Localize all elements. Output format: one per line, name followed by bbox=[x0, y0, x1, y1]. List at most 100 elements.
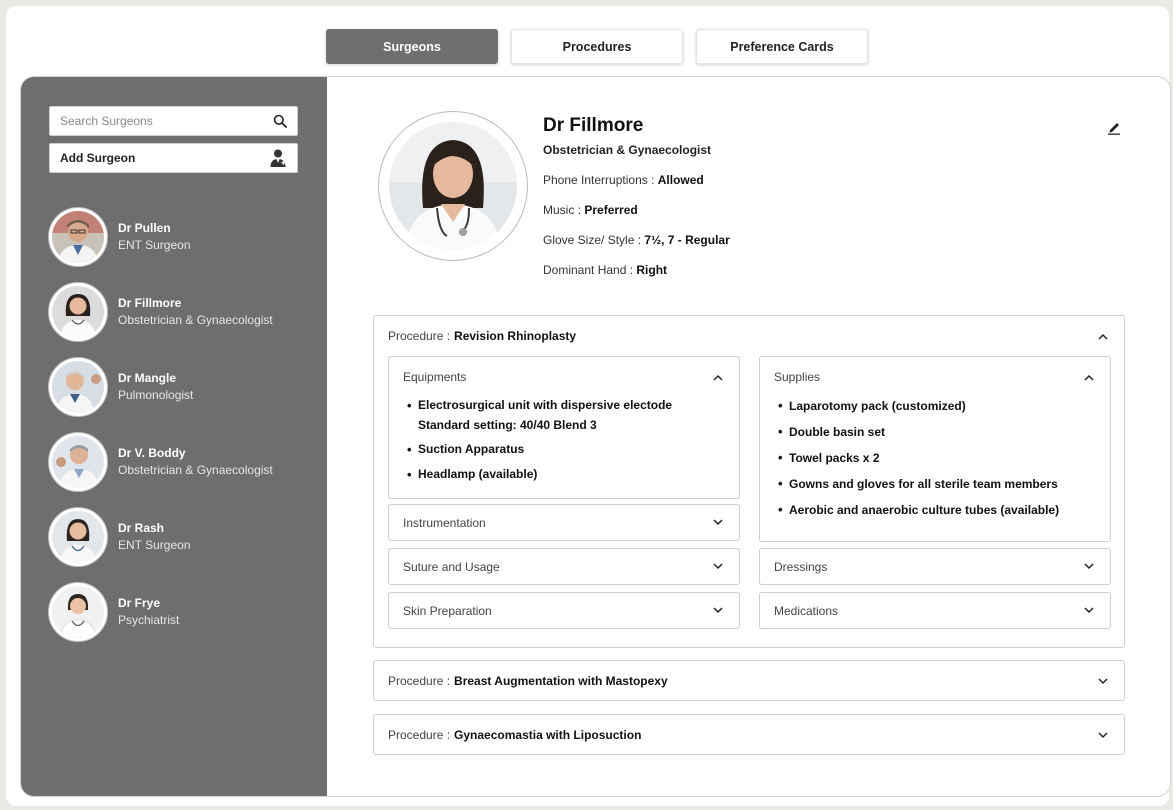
list-item: Electrosurgical unit with dispersive ele… bbox=[407, 393, 725, 435]
skin-preparation-title: Skin Preparation bbox=[403, 603, 492, 618]
surgeon-specialty: ENT Surgeon bbox=[118, 238, 191, 252]
surgeon-item-rash[interactable]: Dr Rash ENT Surgeon bbox=[48, 499, 318, 574]
procedure-name: Breast Augmentation with Mastopexy bbox=[454, 674, 668, 688]
avatar bbox=[48, 506, 108, 567]
glove-label: Glove Size/ Style : bbox=[543, 233, 642, 247]
add-surgeon-button[interactable]: Add Surgeon bbox=[49, 143, 298, 173]
equipment-text: Suction Apparatus bbox=[418, 442, 525, 456]
chevron-down-icon bbox=[1082, 604, 1096, 618]
surgeon-item-fillmore[interactable]: Dr Fillmore Obstetrician & Gynaecologist bbox=[48, 274, 318, 349]
glove-size: Glove Size/ Style : 7½, 7 - Regular bbox=[543, 233, 730, 247]
suture-title: Suture and Usage bbox=[403, 559, 500, 574]
search-icon[interactable] bbox=[273, 114, 287, 128]
tab-procedures[interactable]: Procedures bbox=[511, 29, 683, 64]
equipments-header[interactable]: Equipments bbox=[389, 357, 739, 397]
equipment-text: Headlamp (available) bbox=[418, 467, 538, 481]
procedure-header[interactable]: Procedure : Gynaecomastia with Liposuctio… bbox=[374, 715, 1124, 755]
avatar bbox=[48, 281, 108, 342]
medications-header[interactable]: Medications bbox=[760, 593, 1110, 628]
music-label: Music : bbox=[543, 203, 582, 217]
glove-value: 7½, 7 - Regular bbox=[644, 233, 730, 247]
equipments-title: Equipments bbox=[403, 370, 467, 384]
music-value: Preferred bbox=[584, 203, 638, 217]
doctor-name: Dr Fillmore bbox=[543, 115, 644, 136]
procedure-header[interactable]: Procedure : Revision Rhinoplasty bbox=[374, 316, 1124, 356]
surgeon-item-mangle[interactable]: Dr Mangle Pulmonologist bbox=[48, 349, 318, 424]
list-item: Suction Apparatus bbox=[407, 437, 725, 462]
surgeon-name: Dr Pullen bbox=[118, 221, 171, 235]
instrumentation-header[interactable]: Instrumentation bbox=[389, 505, 739, 540]
doctor-specialty: Obstetrician & Gynaecologist bbox=[543, 143, 712, 157]
add-surgeon-label: Add Surgeon bbox=[60, 151, 136, 165]
pencil-icon bbox=[1106, 119, 1122, 135]
procedure-name: Gynaecomastia with Liposuction bbox=[454, 728, 642, 742]
surgeon-sidebar: Add Surgeon Dr Pullen ENT Surg bbox=[21, 77, 327, 796]
surgeon-item-pullen[interactable]: Dr Pullen ENT Surgeon bbox=[48, 199, 318, 274]
procedure-card-breast-augmentation[interactable]: Procedure : Breast Augmentation with Mast… bbox=[373, 660, 1125, 701]
avatar bbox=[48, 206, 108, 267]
dominant-hand: Dominant Hand : Right bbox=[543, 263, 730, 277]
surgeon-detail: Dr Fillmore Obstetrician & Gynaecologist… bbox=[327, 77, 1170, 796]
surgeon-name: Dr V. Boddy bbox=[118, 446, 186, 460]
surgeon-specialty: Pulmonologist bbox=[118, 388, 194, 402]
add-user-icon bbox=[269, 148, 287, 168]
edit-button[interactable] bbox=[1106, 119, 1122, 140]
list-item: Aerobic and anaerobic culture tubes (ava… bbox=[778, 497, 1096, 523]
surgeon-name: Dr Frye bbox=[118, 596, 161, 610]
skin-preparation-header[interactable]: Skin Preparation bbox=[389, 593, 739, 628]
tab-preference-cards[interactable]: Preference Cards bbox=[696, 29, 868, 64]
instrumentation-section[interactable]: Instrumentation bbox=[388, 504, 740, 541]
supplies-title: Supplies bbox=[774, 370, 821, 384]
surgeon-name: Dr Fillmore bbox=[118, 296, 182, 310]
list-item: Laparotomy pack (customized) bbox=[778, 393, 1096, 419]
procedure-name: Revision Rhinoplasty bbox=[454, 329, 577, 343]
list-item: Double basin set bbox=[778, 419, 1096, 445]
equipment-setting: Standard setting: 40/40 Blend 3 bbox=[418, 418, 597, 432]
hand-value: Right bbox=[636, 263, 668, 277]
surgeon-name: Dr Rash bbox=[118, 521, 165, 535]
procedure-header[interactable]: Procedure : Breast Augmentation with Mast… bbox=[374, 661, 1124, 701]
procedure-label: Procedure : bbox=[388, 728, 451, 742]
equipments-section: Equipments Electrosurgical unit with dis… bbox=[388, 356, 740, 499]
surgeon-specialty: Obstetrician & Gynaecologist bbox=[118, 463, 273, 477]
phone-label: Phone Interruptions : bbox=[543, 173, 655, 187]
surgeon-item-frye[interactable]: Dr Frye Psychiatrist bbox=[48, 574, 318, 649]
procedure-card-revision-rhinoplasty: Procedure : Revision Rhinoplasty Equipmen… bbox=[373, 315, 1125, 648]
medications-section[interactable]: Medications bbox=[759, 592, 1111, 629]
main-panel: Add Surgeon Dr Pullen ENT Surg bbox=[20, 76, 1171, 797]
procedure-label: Procedure : bbox=[388, 674, 451, 688]
chevron-up-icon bbox=[711, 370, 725, 384]
skin-preparation-section[interactable]: Skin Preparation bbox=[388, 592, 740, 629]
surgeon-list: Dr Pullen ENT Surgeon Dr Fillmore Obstet… bbox=[48, 199, 318, 649]
supplies-header[interactable]: Supplies bbox=[760, 357, 1110, 397]
profile-photo bbox=[378, 111, 528, 261]
supplies-list: Laparotomy pack (customized) Double basi… bbox=[760, 393, 1110, 523]
surgeon-item-boddy[interactable]: Dr V. Boddy Obstetrician & Gynaecologist bbox=[48, 424, 318, 499]
search-input[interactable] bbox=[60, 114, 273, 128]
search-box bbox=[49, 106, 298, 136]
equipments-list: Electrosurgical unit with dispersive ele… bbox=[389, 393, 739, 487]
chevron-down-icon bbox=[1082, 560, 1096, 574]
suture-section[interactable]: Suture and Usage bbox=[388, 548, 740, 585]
dressings-header[interactable]: Dressings bbox=[760, 549, 1110, 584]
procedure-card-gynaecomastia[interactable]: Procedure : Gynaecomastia with Liposuctio… bbox=[373, 714, 1125, 755]
surgeon-specialty: Psychiatrist bbox=[118, 613, 180, 627]
chevron-down-icon bbox=[711, 516, 725, 530]
instrumentation-title: Instrumentation bbox=[403, 515, 486, 530]
chevron-down-icon bbox=[1096, 674, 1110, 688]
list-item: Headlamp (available) bbox=[407, 462, 725, 487]
dressings-title: Dressings bbox=[774, 559, 828, 574]
supplies-section: Supplies Laparotomy pack (customized) Do… bbox=[759, 356, 1111, 542]
tab-surgeons[interactable]: Surgeons bbox=[326, 29, 498, 64]
chevron-down-icon bbox=[711, 560, 725, 574]
phone-interruptions: Phone Interruptions : Allowed bbox=[543, 173, 730, 187]
top-tabs: Surgeons Procedures Preference Cards bbox=[326, 29, 868, 64]
dressings-section[interactable]: Dressings bbox=[759, 548, 1111, 585]
hand-label: Dominant Hand : bbox=[543, 263, 634, 277]
suture-header[interactable]: Suture and Usage bbox=[389, 549, 739, 584]
list-item: Towel packs x 2 bbox=[778, 445, 1096, 471]
medications-title: Medications bbox=[774, 603, 839, 618]
chevron-up-icon bbox=[1082, 370, 1096, 384]
avatar bbox=[48, 581, 108, 642]
surgeon-specialty: ENT Surgeon bbox=[118, 538, 191, 552]
